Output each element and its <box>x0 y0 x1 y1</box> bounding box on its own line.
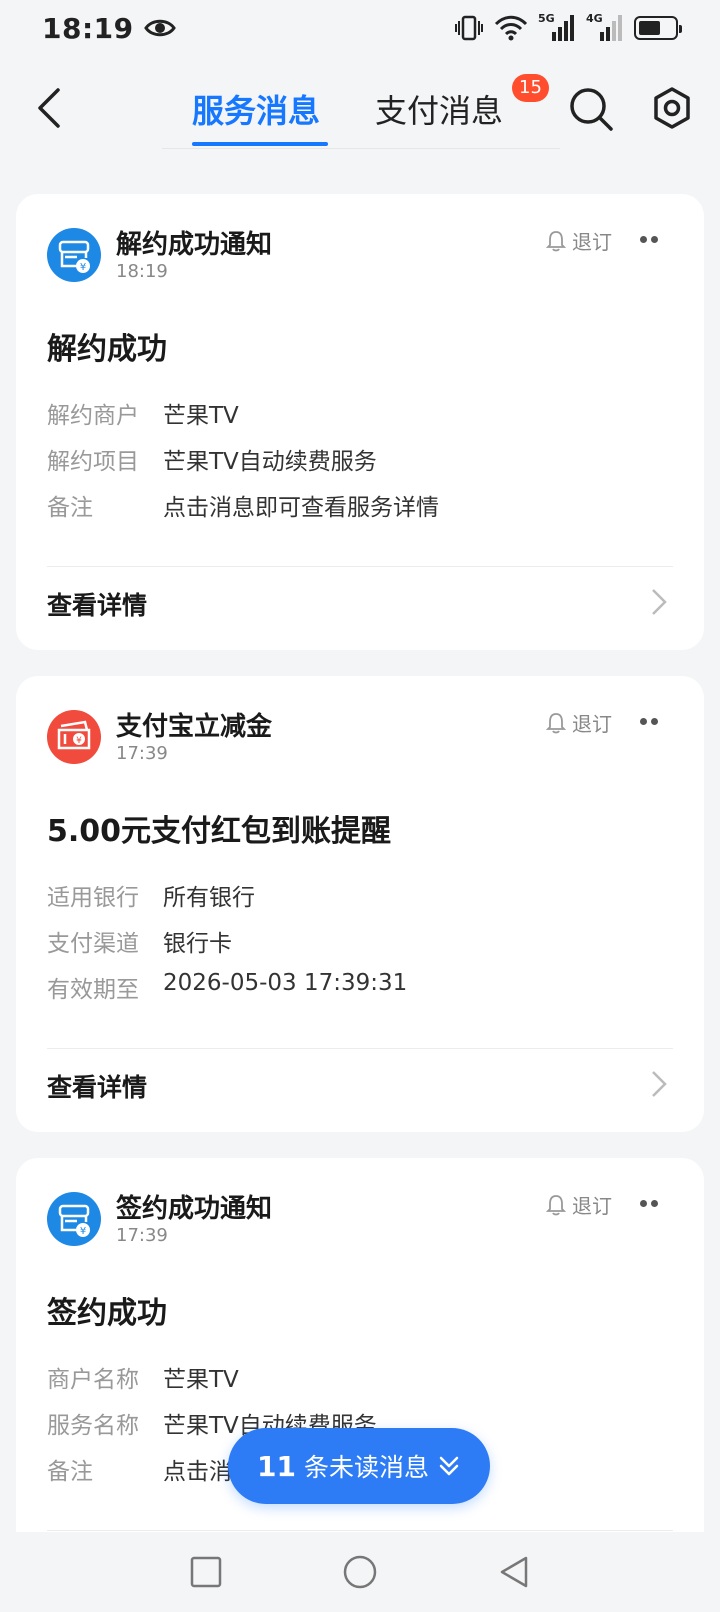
unsubscribe-label: 退订 <box>572 712 612 736</box>
status-time: 18:19 <box>42 11 134 45</box>
field-label: 支付渠道 <box>47 931 139 957</box>
search-icon <box>570 88 613 131</box>
view-details-link[interactable]: 查看详情 <box>47 572 673 632</box>
field-label: 解约商户 <box>47 403 139 429</box>
field-label: 商户名称 <box>47 1367 139 1393</box>
card-title: 解约成功通知 <box>116 230 273 260</box>
contract-icon: ¥ <box>47 228 101 282</box>
bell-icon <box>546 230 566 251</box>
message-card[interactable]: ¥ 解约成功通知 18:19 退订 解约成功 解约商户 芒果TV 解约项目 芒果… <box>16 194 704 650</box>
field-value: 点击消息即可查看服务详情 <box>163 495 439 521</box>
card-time: 18:19 <box>116 261 168 282</box>
signal-bars-icon <box>552 15 574 41</box>
unsubscribe-label: 退订 <box>572 230 612 254</box>
field-value: 芒果TV自动续费服务 <box>163 449 377 475</box>
field-row: 商户名称 芒果TV <box>47 1360 239 1394</box>
card-divider <box>47 566 673 567</box>
unsubscribe-button[interactable]: 退订 <box>546 226 612 255</box>
unsubscribe-button[interactable]: 退订 <box>546 708 612 737</box>
back-arrow-icon <box>38 88 60 128</box>
double-chevron-down-icon <box>439 1456 459 1476</box>
card-divider <box>47 1048 673 1049</box>
contract-icon: ¥ <box>47 1192 101 1246</box>
back-button[interactable] <box>30 84 70 132</box>
view-details-link[interactable]: 查看详情 <box>47 1054 673 1114</box>
svg-text:¥: ¥ <box>80 262 86 273</box>
card-headline: 签约成功 <box>47 1296 167 1331</box>
card-time: 17:39 <box>116 1225 168 1246</box>
square-icon <box>190 1556 222 1588</box>
chevron-right-icon <box>652 589 667 615</box>
recent-apps-button[interactable] <box>188 1554 224 1590</box>
field-value: 芒果TV <box>163 1367 239 1393</box>
field-value: 2026-05-03 17:39:31 <box>163 970 408 996</box>
home-button[interactable] <box>342 1554 378 1590</box>
bell-icon <box>546 712 566 733</box>
header: 服务消息 支付消息 15 <box>0 56 720 152</box>
field-row: 备注 点击消息即可查看服务详情 <box>47 488 439 522</box>
field-label: 服务名称 <box>47 1413 139 1439</box>
field-value: 所有银行 <box>163 885 255 911</box>
battery-icon <box>634 16 682 40</box>
unread-messages-button[interactable]: 11 条未读消息 <box>228 1428 490 1504</box>
system-nav-bar <box>0 1532 720 1612</box>
red-envelope-icon: ¥ <box>47 710 101 764</box>
chevron-right-icon <box>652 1071 667 1097</box>
unsubscribe-button[interactable]: 退订 <box>546 1190 612 1219</box>
view-details-label: 查看详情 <box>47 591 148 620</box>
more-options-button[interactable] <box>636 712 666 732</box>
tab-payment-messages[interactable]: 支付消息 <box>375 86 503 132</box>
field-value: 银行卡 <box>163 931 232 957</box>
card-headline: 5.00元支付红包到账提醒 <box>47 814 392 849</box>
field-row: 有效期至 2026-05-03 17:39:31 <box>47 970 407 1004</box>
header-divider <box>162 148 560 149</box>
field-label: 有效期至 <box>47 977 139 1003</box>
unread-label: 条未读消息 <box>303 1453 429 1482</box>
field-row: 解约商户 芒果TV <box>47 396 239 430</box>
wifi-icon <box>494 15 528 41</box>
field-label: 适用银行 <box>47 885 139 911</box>
circle-icon <box>343 1555 377 1589</box>
settings-button[interactable] <box>650 86 694 130</box>
unsubscribe-label: 退订 <box>572 1194 612 1218</box>
card-headline: 解约成功 <box>47 332 167 367</box>
field-label: 解约项目 <box>47 449 139 475</box>
unread-count: 11 <box>257 1449 296 1483</box>
signal-bars-icon <box>600 15 622 41</box>
card-title: 签约成功通知 <box>116 1194 273 1224</box>
message-card[interactable]: ¥ 支付宝立减金 17:39 退订 5.00元支付红包到账提醒 适用银行 所有银… <box>16 676 704 1132</box>
active-tab-indicator <box>192 142 328 146</box>
signal-5g: 5G <box>538 12 576 42</box>
field-value: 芒果TV <box>163 403 239 429</box>
unread-badge: 15 <box>512 74 549 102</box>
vibrate-icon <box>455 15 483 41</box>
status-bar: 18:19 5G 4G <box>0 0 720 56</box>
settings-icon <box>654 87 690 129</box>
tab-service-messages[interactable]: 服务消息 <box>192 86 320 132</box>
svg-text:¥: ¥ <box>76 736 82 746</box>
view-details-label: 查看详情 <box>47 1073 148 1102</box>
card-time: 17:39 <box>116 743 168 764</box>
svg-text:¥: ¥ <box>80 1226 86 1237</box>
bell-icon <box>546 1194 566 1215</box>
nav-back-button[interactable] <box>496 1554 532 1590</box>
card-divider <box>47 1530 673 1531</box>
eye-icon <box>143 19 176 37</box>
search-button[interactable] <box>568 86 614 132</box>
triangle-back-icon <box>500 1556 528 1588</box>
card-title: 支付宝立减金 <box>116 712 273 742</box>
field-row: 支付渠道 银行卡 <box>47 924 232 958</box>
field-row: 适用银行 所有银行 <box>47 878 255 912</box>
more-options-button[interactable] <box>636 230 666 250</box>
field-row: 解约项目 芒果TV自动续费服务 <box>47 442 377 476</box>
more-options-button[interactable] <box>636 1194 666 1214</box>
field-label: 备注 <box>47 495 93 521</box>
field-label: 备注 <box>47 1459 93 1485</box>
signal-4g: 4G <box>586 12 624 42</box>
